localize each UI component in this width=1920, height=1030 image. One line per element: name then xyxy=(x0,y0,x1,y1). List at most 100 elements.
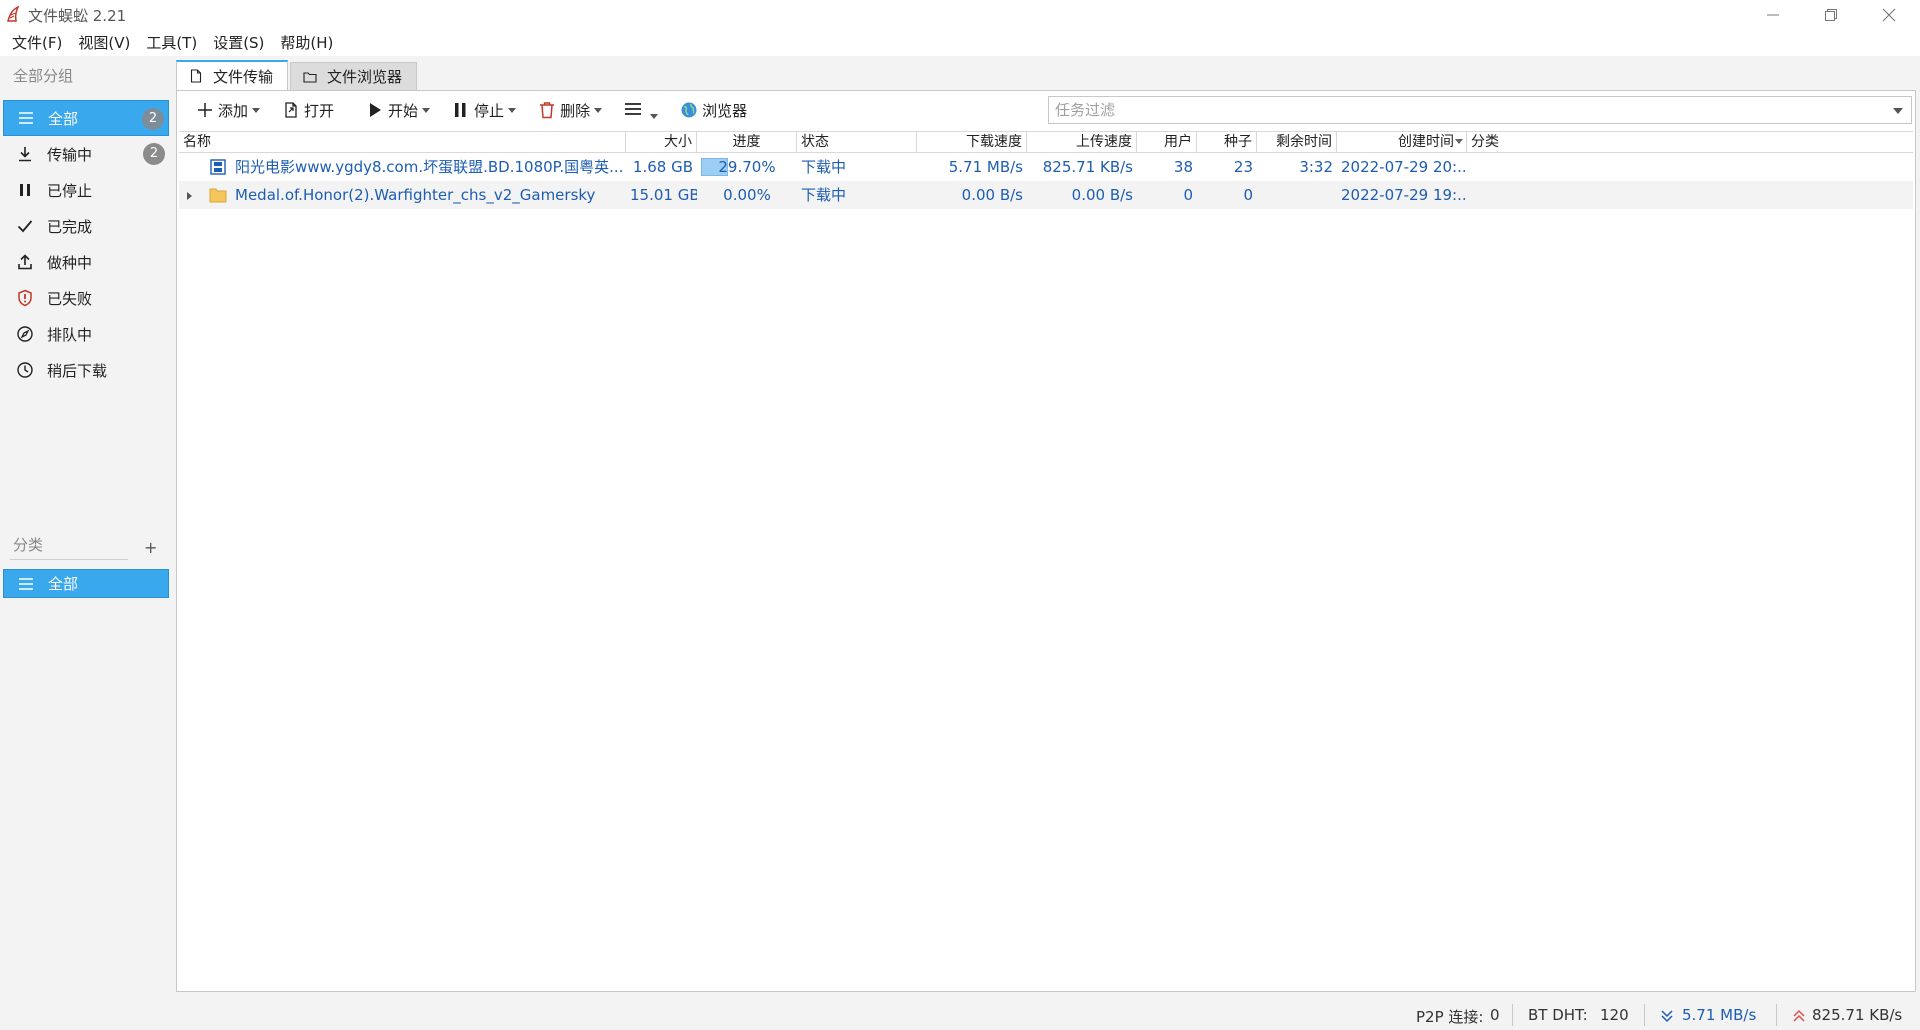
pause-icon xyxy=(15,180,35,200)
chevron-down-icon[interactable] xyxy=(1893,108,1903,114)
globe-icon xyxy=(680,101,698,119)
sidebar-item-all[interactable]: 全部 2 xyxy=(3,100,169,136)
status-divider xyxy=(1512,1004,1513,1026)
tab-file-transfer[interactable]: 文件传输 xyxy=(176,60,289,90)
close-icon xyxy=(1882,8,1896,22)
table-row[interactable]: 阳光电影www.ygdy8.com.坏蛋联盟.BD.1080P.国粤英... 1… xyxy=(179,153,1913,181)
close-button[interactable] xyxy=(1860,0,1918,30)
check-icon xyxy=(15,216,35,236)
restore-button[interactable] xyxy=(1802,0,1860,30)
menu-settings[interactable]: 设置(S) xyxy=(205,30,272,56)
category-item-all[interactable]: 全部 xyxy=(3,569,169,598)
col-size[interactable]: 大小 xyxy=(626,132,697,153)
category-item-label: 全部 xyxy=(48,575,79,593)
film-icon xyxy=(210,159,226,175)
add-category-button[interactable]: + xyxy=(144,538,157,557)
open-button[interactable]: 打开 xyxy=(277,95,339,125)
col-category[interactable]: 分类 xyxy=(1467,132,1913,153)
col-created[interactable]: 创建时间 xyxy=(1337,132,1467,153)
tab-label: 文件传输 xyxy=(213,67,274,86)
window-title: 文件蜈蚣 2.21 xyxy=(28,7,127,25)
upload-speed-icon xyxy=(1793,1009,1805,1022)
col-status[interactable]: 状态 xyxy=(797,132,917,153)
task-table: 阳光电影www.ygdy8.com.坏蛋联盟.BD.1080P.国粤英... 1… xyxy=(179,153,1913,209)
minimize-button[interactable] xyxy=(1744,0,1802,30)
count-badge: 2 xyxy=(142,108,164,130)
start-button[interactable]: 开始 xyxy=(361,95,435,125)
app-logo-icon xyxy=(7,5,20,22)
col-users[interactable]: 用户 xyxy=(1137,132,1197,153)
menu-help[interactable]: 帮助(H) xyxy=(272,30,341,56)
sidebar-item-stopped[interactable]: 已停止 xyxy=(3,172,169,208)
total-up-speed: 825.71 KB/s xyxy=(1812,1006,1903,1024)
sidebar-item-later[interactable]: 稍后下载 xyxy=(3,352,169,388)
category-header: 分类 xyxy=(13,536,44,554)
progress-text: 29.70% xyxy=(718,158,776,176)
menu-file[interactable]: 文件(F) xyxy=(4,30,70,56)
sidebar-item-seeding[interactable]: 做种中 xyxy=(3,244,169,280)
upload-icon xyxy=(15,252,35,272)
category-divider xyxy=(10,559,128,560)
download-speed-icon xyxy=(1661,1010,1673,1023)
folder-icon xyxy=(303,70,317,84)
sidebar-item-transferring[interactable]: 传输中 2 xyxy=(3,136,169,172)
browser-button[interactable]: 浏览器 xyxy=(675,95,752,125)
col-up-speed[interactable]: 上传速度 xyxy=(1027,132,1137,153)
sidebar-item-label: 已失败 xyxy=(47,289,93,308)
task-seeds: 0 xyxy=(1243,186,1253,204)
table-row[interactable]: Medal.of.Honor(2).Warfighter_chs_v2_Game… xyxy=(179,181,1913,209)
title-bar: 文件蜈蚣 2.21 xyxy=(0,0,1920,30)
status-divider xyxy=(1644,1004,1645,1026)
stop-button[interactable]: 停止 xyxy=(447,95,521,125)
tab-file-browser[interactable]: 文件浏览器 xyxy=(290,62,418,90)
transfer-panel: 添加 打开 开始 停止 删除 浏览器 任务过滤 名称 大小 进度 状态 下载速度… xyxy=(176,90,1916,992)
menu-tools[interactable]: 工具(T) xyxy=(138,30,205,56)
sidebar-item-label: 全部 xyxy=(48,109,79,128)
col-seeds[interactable]: 种子 xyxy=(1197,132,1257,153)
col-down-speed[interactable]: 下载速度 xyxy=(917,132,1027,153)
sidebar-item-queued[interactable]: 排队中 xyxy=(3,316,169,352)
task-filter[interactable] xyxy=(1048,96,1912,124)
task-filter-input[interactable] xyxy=(1049,97,1869,123)
col-name[interactable]: 名称 xyxy=(179,132,626,153)
tab-label: 文件浏览器 xyxy=(327,68,403,86)
minimize-icon xyxy=(1767,14,1779,16)
app-window: 文件蜈蚣 2.21 文件(F) 视图(V) 工具(T) 设置(S) 帮助(H) … xyxy=(0,0,1920,1030)
chevron-down-icon xyxy=(650,113,659,119)
col-remaining[interactable]: 剩余时间 xyxy=(1257,132,1337,153)
chevron-down-icon xyxy=(508,107,517,113)
task-size: 1.68 GB xyxy=(632,158,693,176)
stop-label: 停止 xyxy=(474,101,505,120)
task-users: 38 xyxy=(1173,158,1193,176)
status-divider xyxy=(1776,1004,1777,1026)
task-progress: 29.70% xyxy=(697,153,797,181)
delete-button[interactable]: 删除 xyxy=(533,95,607,125)
folder-icon xyxy=(209,188,227,203)
sidebar-item-label: 稍后下载 xyxy=(47,361,108,380)
sidebar-item-completed[interactable]: 已完成 xyxy=(3,208,169,244)
add-button[interactable]: 添加 xyxy=(191,95,265,125)
chevron-down-icon xyxy=(594,107,603,113)
more-menu-button[interactable] xyxy=(619,95,663,125)
task-created: 2022-07-29 19:... xyxy=(1341,186,1467,204)
menu-view[interactable]: 视图(V) xyxy=(70,30,138,56)
task-progress: 0.00% xyxy=(697,181,797,209)
p2p-label: P2P 连接: xyxy=(1416,1008,1484,1026)
col-progress[interactable]: 进度 xyxy=(697,132,797,153)
delete-label: 删除 xyxy=(560,101,591,120)
task-name: 阳光电影www.ygdy8.com.坏蛋联盟.BD.1080P.国粤英... xyxy=(235,158,624,176)
open-label: 打开 xyxy=(304,101,335,120)
compass-icon xyxy=(15,324,35,344)
task-status: 下载中 xyxy=(801,158,847,176)
sidebar-item-failed[interactable]: 已失败 xyxy=(3,280,169,316)
task-remaining xyxy=(1257,181,1337,209)
task-remaining: 3:32 xyxy=(1299,158,1333,176)
expand-arrow-icon[interactable] xyxy=(187,192,192,200)
task-up-speed: 0.00 B/s xyxy=(1071,186,1133,204)
table-header: 名称 大小 进度 状态 下载速度 上传速度 用户 种子 剩余时间 创建时间 分类 xyxy=(179,131,1913,153)
add-label: 添加 xyxy=(218,101,249,120)
browser-label: 浏览器 xyxy=(702,101,748,120)
list-icon xyxy=(16,108,36,128)
sidebar-item-label: 已停止 xyxy=(47,181,93,200)
task-name: Medal.of.Honor(2).Warfighter_chs_v2_Game… xyxy=(235,186,596,204)
